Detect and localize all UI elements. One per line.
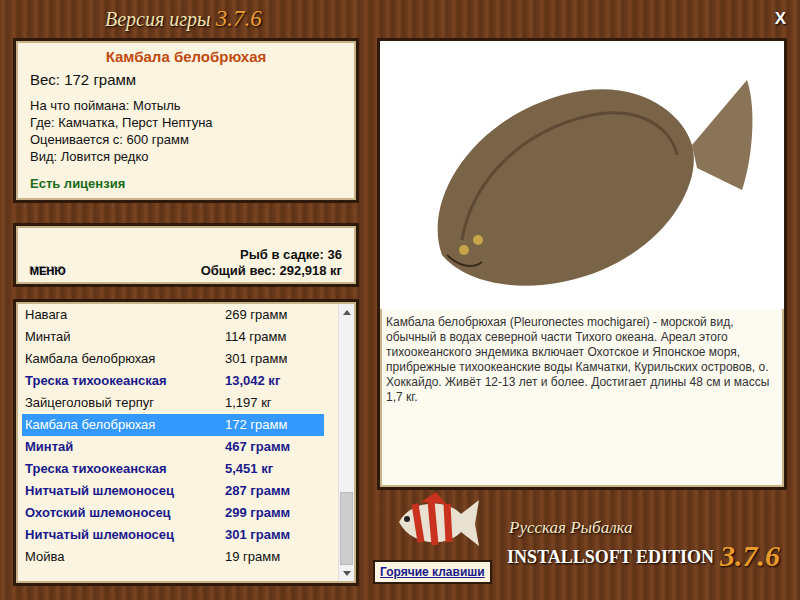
flounder-icon (402, 50, 762, 300)
catch-weight: 269 грамм (225, 305, 287, 325)
catch-row[interactable]: Минтай114 грамм (22, 326, 324, 348)
menu-button[interactable]: МЕНЮ (30, 263, 66, 280)
catch-rows: Навага269 граммМинтай114 граммКамбала бе… (22, 304, 338, 581)
license-status: Есть лицензия (30, 174, 342, 194)
catch-name: Нитчатый шлемоносец (25, 481, 225, 501)
catch-row[interactable]: Мойва19 грамм (22, 546, 324, 568)
catch-row[interactable]: Навага269 грамм (22, 304, 324, 326)
fish-count: Рыб в садке: 36 (201, 247, 342, 263)
logo-line2: INSTALLSOFT EDITION (507, 544, 714, 571)
right-column: Камбала белобрюхая (Pleuronectes mochiga… (377, 38, 787, 586)
scroll-thumb[interactable] (340, 492, 353, 566)
catch-weight: 172 грамм (225, 415, 287, 435)
title: Версия игры 3.7.6 (105, 2, 262, 37)
catch-list: Навага269 граммМинтай114 граммКамбала бе… (13, 299, 359, 586)
content: Камбала белобрюхаяВес: 172 граммНа что п… (0, 38, 800, 586)
title-text: Версия игры (105, 8, 211, 30)
catch-weight: 299 грамм (225, 503, 290, 523)
catch-weight: 301 грамм (225, 525, 290, 545)
fish-detail: Вид: Ловится редко (30, 148, 342, 165)
fish-info-panel: Камбала белобрюхая (Pleuronectes mochiga… (377, 38, 787, 490)
catch-name: Треска тихоокеанская (25, 459, 225, 479)
logo-fish-icon (391, 492, 481, 554)
catch-name: Камбала белобрюхая (25, 349, 225, 369)
fish-name: Камбала белобрюхая (30, 46, 342, 69)
catch-name: Камбала белобрюхая (25, 415, 225, 435)
summary-panel: МЕНЮ Рыб в садке: 36Общий вес: 292,918 кг (13, 223, 359, 287)
title-version: 3.7.6 (216, 6, 262, 31)
catch-weight: 1,197 кг (225, 393, 272, 413)
fish-card: Камбала белобрюхаяВес: 172 грамм На что п… (13, 38, 359, 203)
fish-detail: На что поймана: Мотыль (30, 97, 342, 114)
catch-name: Навага (25, 305, 225, 325)
fish-detail: Где: Камчатка, Перст Нептуна (30, 114, 342, 131)
catch-weight: 19 грамм (225, 547, 280, 567)
catch-name: Мойва (25, 547, 225, 567)
catch-name: Зайцеголовый терпуг (25, 393, 225, 413)
catch-name: Нитчатый шлемоносец (25, 525, 225, 545)
catch-weight: 301 грамм (225, 349, 287, 369)
scrollbar[interactable] (338, 304, 354, 581)
title-bar: Версия игры 3.7.6 X (0, 0, 800, 38)
catch-row[interactable]: Нитчатый шлемоносец301 грамм (22, 524, 324, 546)
catch-row[interactable]: Камбала белобрюхая172 грамм (22, 414, 324, 436)
catch-name: Минтай (25, 437, 225, 457)
catch-weight: 5,451 кг (225, 459, 273, 479)
catch-summary: Рыб в садке: 36Общий вес: 292,918 кг (201, 247, 342, 279)
fish-detail: Оценивается с: 600 грамм (30, 131, 342, 148)
scroll-track (339, 320, 354, 565)
logo-line1: Русская Рыбалка (507, 515, 787, 541)
logo-version: 3.7.6 (720, 541, 780, 571)
left-column: Камбала белобрюхаяВес: 172 граммНа что п… (13, 38, 359, 586)
catch-weight: 13,042 кг (225, 371, 280, 391)
catch-row[interactable]: Минтай467 грамм (22, 436, 324, 458)
fish-weight: Вес: 172 грамм (30, 69, 342, 92)
game-window: Версия игры 3.7.6XКамбала белобрюхаяВес:… (0, 0, 800, 600)
total-weight: Общий вес: 292,918 кг (201, 263, 342, 279)
hotkeys-button[interactable]: Горячие клавиши (373, 560, 492, 584)
fish-picture (380, 41, 784, 309)
catch-weight: 114 грамм (225, 327, 286, 347)
scroll-down-icon[interactable] (339, 565, 354, 581)
logo-left: Горячие клавиши (377, 492, 507, 584)
catch-name: Треска тихоокеанская (25, 371, 225, 391)
fish-description: Камбала белобрюхая (Pleuronectes mochiga… (380, 309, 784, 405)
logo-line2-row: INSTALLSOFT EDITION3.7.6 (507, 541, 787, 571)
catch-row[interactable]: Зайцеголовый терпуг1,197 кг (22, 392, 324, 414)
catch-row[interactable]: Треска тихоокеанская13,042 кг (22, 370, 324, 392)
bottom-area: Горячие клавишиРусская РыбалкаINSTALLSOF… (377, 492, 787, 584)
close-button[interactable]: X (771, 6, 790, 32)
catch-name: Минтай (25, 327, 225, 347)
scroll-up-icon[interactable] (339, 304, 354, 320)
catch-weight: 467 грамм (225, 437, 290, 457)
logo-text: Русская РыбалкаINSTALLSOFT EDITION3.7.6 (507, 492, 787, 584)
catch-row[interactable]: Треска тихоокеанская5,451 кг (22, 458, 324, 480)
catch-weight: 287 грамм (225, 481, 290, 501)
catch-row[interactable]: Нитчатый шлемоносец287 грамм (22, 480, 324, 502)
catch-row[interactable]: Охотский шлемоносец299 грамм (22, 502, 324, 524)
catch-row[interactable]: Камбала белобрюхая301 грамм (22, 348, 324, 370)
catch-name: Охотский шлемоносец (25, 503, 225, 523)
